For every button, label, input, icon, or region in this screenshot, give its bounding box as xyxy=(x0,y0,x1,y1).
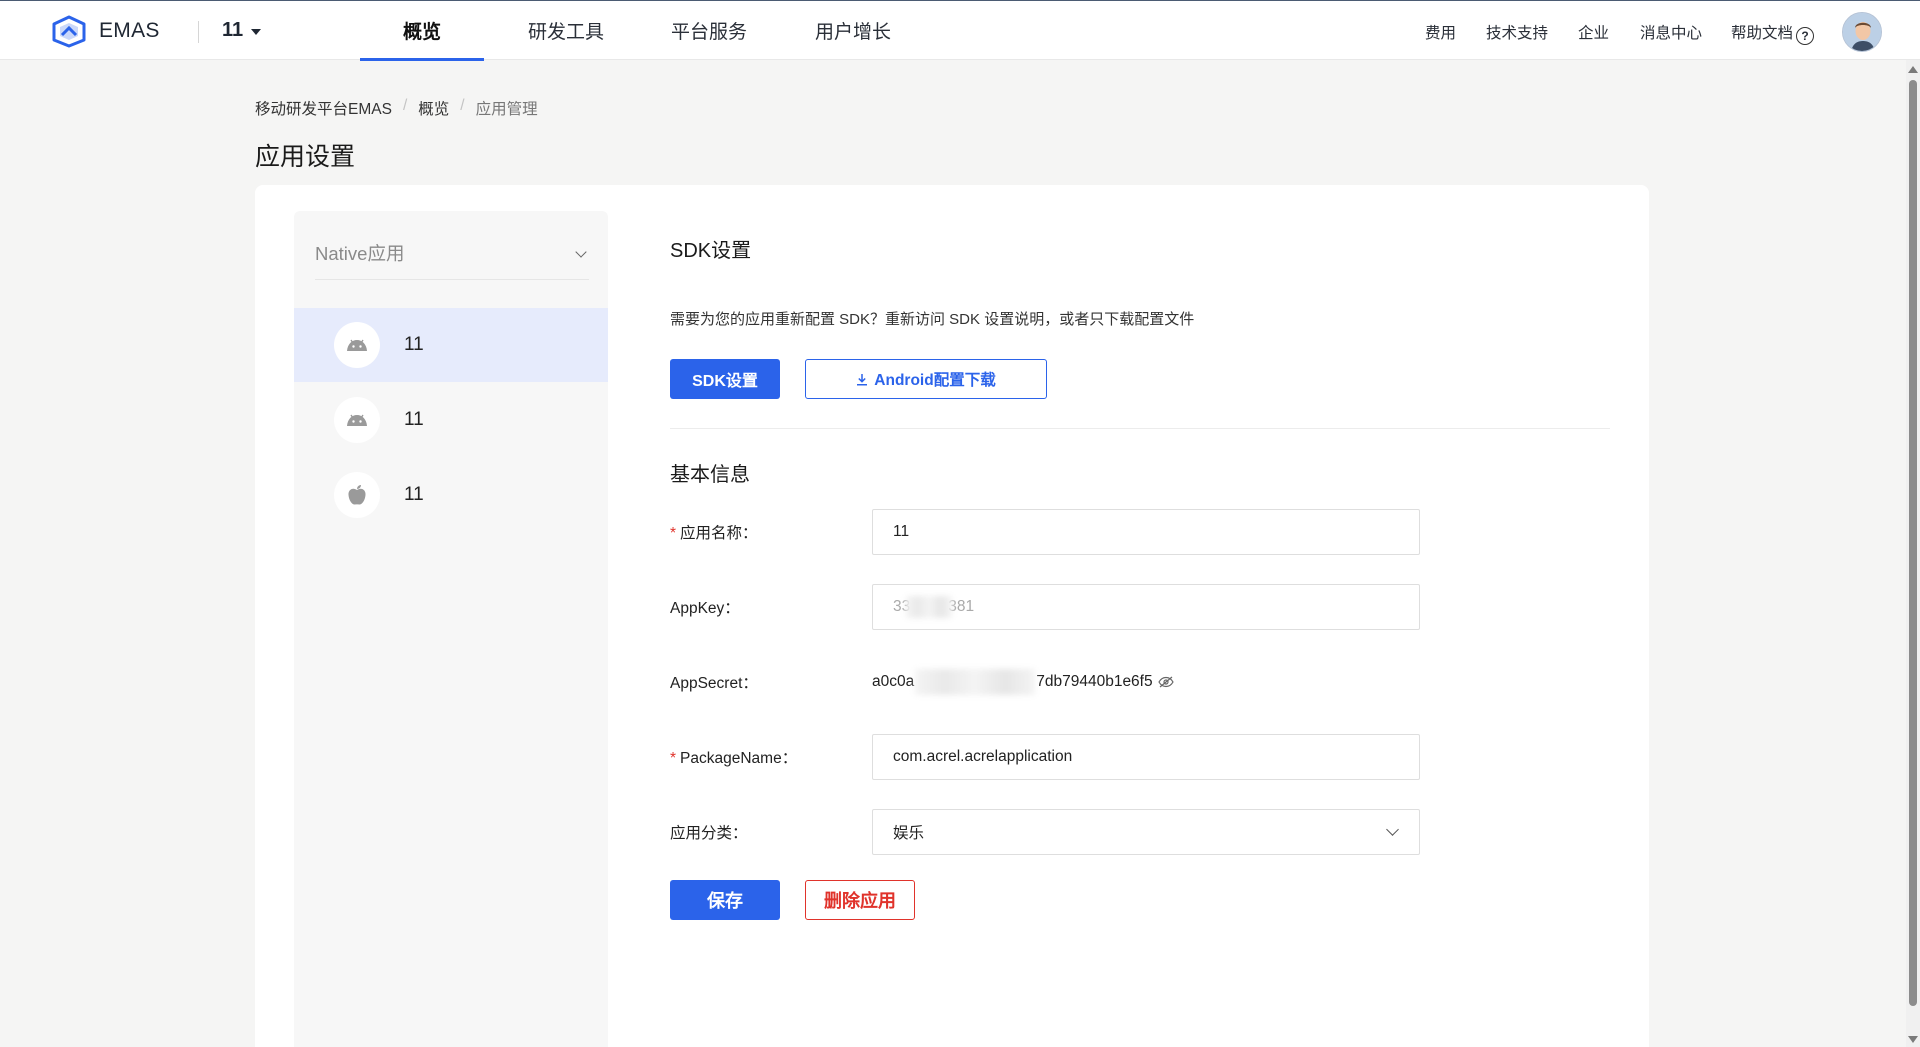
link-fees[interactable]: 费用 xyxy=(1425,21,1456,43)
caret-down-icon xyxy=(251,28,262,35)
settings-card: Native应用 11 11 11 SDK设置 需要为您的应用重新配置 SDK？… xyxy=(255,185,1649,1047)
sdk-section-title: SDK设置 xyxy=(670,240,752,262)
tab-dev-tools[interactable]: 研发工具 xyxy=(510,1,622,60)
app-list-sidebar: Native应用 11 11 11 xyxy=(294,211,608,1047)
tab-user-growth[interactable]: 用户增长 xyxy=(797,1,909,60)
emas-logo[interactable]: EMAS xyxy=(50,14,160,48)
page-scrollbar[interactable] xyxy=(1906,60,1920,1047)
category-select[interactable]: 娱乐 xyxy=(872,809,1420,855)
breadcrumb: 移动研发平台EMAS / 概览 / 应用管理 xyxy=(255,97,538,119)
sdk-settings-button[interactable]: SDK设置 xyxy=(670,359,780,399)
basic-info-title: 基本信息 xyxy=(670,464,750,486)
breadcrumb-emas[interactable]: 移动研发平台EMAS xyxy=(255,97,392,119)
appkey-field: 33 381 xyxy=(872,584,1420,630)
required-mark: * xyxy=(670,525,677,542)
help-label: 帮助文档 xyxy=(1731,25,1794,42)
tab-overview[interactable]: 概览 xyxy=(360,1,484,61)
app-list-item[interactable]: 11 xyxy=(294,308,608,382)
link-enterprise[interactable]: 企业 xyxy=(1578,21,1609,43)
breadcrumb-separator: / xyxy=(402,97,408,114)
masked-value xyxy=(906,596,953,618)
user-avatar-icon xyxy=(1843,13,1881,51)
package-name-value: com.acrel.acrelapplication xyxy=(893,748,1073,765)
app-name-label-text: 应用名称： xyxy=(680,525,758,542)
save-button[interactable]: 保存 xyxy=(670,880,780,920)
help-circle-icon: ? xyxy=(1796,27,1815,45)
appsecret-label: AppSecret： xyxy=(670,675,758,692)
app-switcher-label: 11 xyxy=(222,19,244,41)
app-group-dropdown[interactable]: Native应用 xyxy=(315,240,589,280)
top-navigation-bar: EMAS 11 概览 研发工具 平台服务 用户增长 费用 技术支持 企业 消息中… xyxy=(0,0,1920,61)
link-messages[interactable]: 消息中心 xyxy=(1640,21,1702,43)
scroll-thumb[interactable] xyxy=(1909,80,1917,1006)
masked-value xyxy=(915,669,1036,695)
delete-app-button[interactable]: 删除应用 xyxy=(805,880,915,920)
app-name: 11 xyxy=(404,334,424,355)
link-support[interactable]: 技术支持 xyxy=(1486,21,1548,43)
appsecret-prefix: a0c0a xyxy=(872,673,915,690)
appkey-label: AppKey： xyxy=(670,600,740,617)
android-icon xyxy=(334,397,380,443)
appsecret-value: a0c0a 7db79440b1e6f5 xyxy=(872,669,1174,695)
app-name: 11 xyxy=(404,484,424,505)
section-divider xyxy=(670,428,1610,429)
app-switcher[interactable]: 11 xyxy=(222,19,262,42)
app-list-item[interactable]: 11 xyxy=(294,383,608,457)
category-value: 娱乐 xyxy=(893,825,925,842)
tab-platform-services[interactable]: 平台服务 xyxy=(653,1,765,60)
breadcrumb-separator: / xyxy=(460,97,465,114)
app-list-item[interactable]: 11 xyxy=(294,458,608,532)
required-mark: * xyxy=(670,750,677,767)
download-label: Android配置下载 xyxy=(874,372,996,389)
package-name-label: * PackageName： xyxy=(670,746,797,768)
sdk-description: 需要为您的应用重新配置 SDK？重新访问 SDK 设置说明，或者只下载配置文件 xyxy=(670,311,1195,328)
scroll-up-icon[interactable] xyxy=(1908,66,1918,73)
android-config-download-button[interactable]: Android配置下载 xyxy=(805,359,1047,399)
app-name-input[interactable]: 11 xyxy=(872,509,1420,555)
brand-name: EMAS xyxy=(99,19,160,42)
breadcrumb-current: 应用管理 xyxy=(475,101,538,118)
download-icon xyxy=(857,373,868,386)
app-name-value: 11 xyxy=(893,523,910,540)
scroll-down-icon[interactable] xyxy=(1908,1036,1918,1043)
android-icon xyxy=(334,322,380,368)
app-name-label: * 应用名称： xyxy=(670,521,758,543)
package-name-label-text: PackageName： xyxy=(680,750,798,767)
package-name-input[interactable]: com.acrel.acrelapplication xyxy=(872,734,1420,780)
chevron-down-icon xyxy=(575,246,587,258)
eye-off-icon[interactable] xyxy=(1157,676,1174,688)
app-name: 11 xyxy=(404,409,424,430)
emas-logo-icon xyxy=(52,15,86,48)
link-help[interactable]: 帮助文档? xyxy=(1731,21,1815,45)
page-title: 应用设置 xyxy=(255,143,356,171)
category-label: 应用分类： xyxy=(670,825,748,842)
apple-icon xyxy=(334,472,380,518)
appsecret-suffix: 7db79440b1e6f5 xyxy=(1036,673,1153,690)
chevron-down-icon xyxy=(1386,823,1399,836)
avatar[interactable] xyxy=(1842,12,1882,52)
breadcrumb-overview[interactable]: 概览 xyxy=(418,97,449,119)
divider xyxy=(198,21,199,43)
app-group-label: Native应用 xyxy=(315,243,405,264)
